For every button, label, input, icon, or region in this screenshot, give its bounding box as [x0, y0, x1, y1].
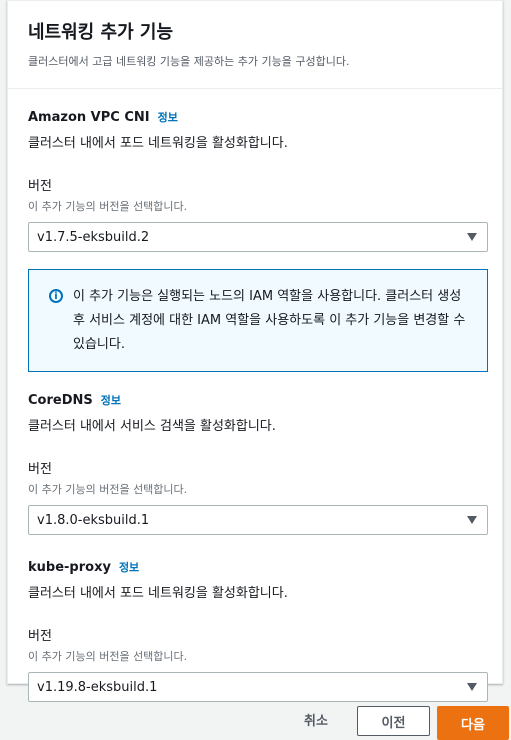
addon-header: Amazon VPC CNI 정보 — [28, 109, 487, 125]
info-icon: i — [49, 289, 63, 303]
version-label: 버전 — [28, 629, 52, 644]
version-hint: 이 추가 기능의 버전을 선택합니다. — [28, 483, 188, 496]
panel-title: 네트워킹 추가 기능 — [28, 22, 174, 43]
version-select[interactable]: v1.8.0-eksbuild.1 — [28, 505, 488, 535]
caret-down-icon — [467, 233, 477, 241]
panel-header: 네트워킹 추가 기능 클러스터에서 고급 네트워킹 기능을 제공하는 추가 기능… — [8, 1, 502, 89]
info-link[interactable]: 정보 — [158, 109, 178, 125]
version-hint: 이 추가 기능의 버전을 선택합니다. — [28, 200, 188, 213]
info-alert: i 이 추가 기능은 실행되는 노드의 IAM 역할을 사용합니다. 클러스터 … — [28, 269, 488, 372]
caret-down-icon — [467, 683, 477, 691]
addon-kube-proxy: kube-proxy 정보 클러스터 내에서 포드 네트워킹을 활성화합니다. … — [28, 559, 488, 702]
wizard-footer: 취소 이전 다음 — [0, 702, 511, 740]
version-label: 버전 — [28, 462, 52, 477]
version-select-value: v1.19.8-eksbuild.1 — [37, 679, 158, 695]
addon-header: kube-proxy 정보 — [28, 559, 487, 575]
networking-addons-panel: 네트워킹 추가 기능 클러스터에서 고급 네트워킹 기능을 제공하는 추가 기능… — [7, 0, 503, 702]
previous-button[interactable]: 이전 — [357, 706, 430, 736]
caret-down-icon — [467, 516, 477, 524]
addon-description: 클러스터 내에서 포드 네트워킹을 활성화합니다. — [28, 586, 288, 601]
addon-coredns: CoreDNS 정보 클러스터 내에서 서비스 검색을 활성화합니다. 버전 이… — [28, 392, 488, 535]
addon-name: kube-proxy — [28, 560, 111, 575]
next-button[interactable]: 다음 — [437, 706, 509, 740]
version-select-value: v1.8.0-eksbuild.1 — [37, 512, 150, 528]
info-link[interactable]: 정보 — [119, 559, 139, 575]
version-select[interactable]: v1.19.8-eksbuild.1 — [28, 672, 488, 702]
addon-vpc-cni: Amazon VPC CNI 정보 클러스터 내에서 포드 네트워킹을 활성화합… — [28, 109, 488, 252]
addon-header: CoreDNS 정보 — [28, 392, 487, 408]
version-select-value: v1.7.5-eksbuild.2 — [37, 229, 150, 245]
addon-description: 클러스터 내에서 서비스 검색을 활성화합니다. — [28, 419, 276, 434]
addon-name: Amazon VPC CNI — [28, 110, 150, 125]
panel-body: Amazon VPC CNI 정보 클러스터 내에서 포드 네트워킹을 활성화합… — [8, 109, 502, 702]
cancel-button[interactable]: 취소 — [290, 702, 342, 736]
version-select[interactable]: v1.7.5-eksbuild.2 — [28, 222, 488, 252]
alert-text: 이 추가 기능은 실행되는 노드의 IAM 역할을 사용합니다. 클러스터 생성… — [73, 289, 466, 352]
addon-description: 클러스터 내에서 포드 네트워킹을 활성화합니다. — [28, 136, 288, 151]
addon-name: CoreDNS — [28, 393, 93, 408]
version-hint: 이 추가 기능의 버전을 선택합니다. — [28, 650, 188, 663]
version-label: 버전 — [28, 179, 52, 194]
panel-description: 클러스터에서 고급 네트워킹 기능을 제공하는 추가 기능을 구성합니다. — [28, 55, 350, 68]
info-link[interactable]: 정보 — [101, 392, 121, 408]
